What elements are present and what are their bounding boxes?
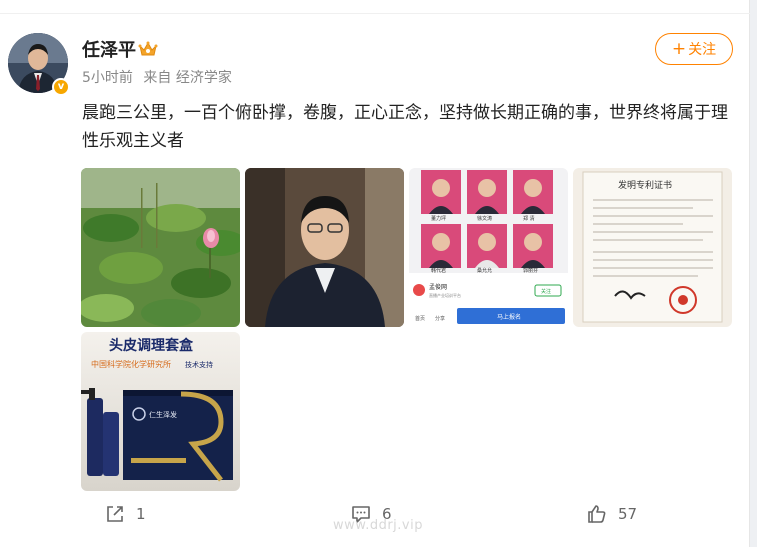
share-icon [107,506,123,522]
follow-button[interactable]: + 关注 [655,33,733,65]
post-image-certificate[interactable]: 发明专利证书 [573,168,732,327]
share-count: 1 [136,505,146,523]
lecturer-name-6: 郭丽芬 [523,267,538,274]
product-subline-tail: 技术支持 [185,360,213,369]
product-subline: 中国科学院化学研究所 [91,359,171,369]
follow-label: 关注 [688,42,717,58]
crown-icon[interactable] [138,40,158,58]
product-brand: 仁生泽发 [149,410,177,419]
plus-icon: + [671,39,687,59]
post-text: 晨跑三公里，一百个俯卧撑，卷腹，正心正念，坚持做长期正确的事，世界终将属于理性乐… [82,103,728,151]
certificate-title: 发明专利证书 [618,179,672,191]
site-watermark: www.ddrj.vip [333,518,423,533]
app-subtitle: 直播产业培训平台 [429,292,461,298]
like-count: 57 [618,505,638,523]
post-image-speaker[interactable] [245,168,404,327]
app-follow: 关注 [541,288,551,295]
previous-post-edge [0,0,750,14]
post-image-product[interactable]: 头皮调理套盒 中国科学院化学研究所 技术支持 仁生泽发 [81,332,240,491]
verified-badge-icon: v [52,78,70,96]
author-name[interactable]: 任泽平 [82,36,136,62]
app-nav-home: 首页 [415,315,425,322]
post-source: 来自 经济学家 [143,70,232,86]
share-button[interactable]: 1 [104,503,146,525]
product-headline: 头皮调理套盒 [109,337,194,354]
thumbs-up-icon [588,505,606,523]
app-enroll: 马上报名 [497,313,521,321]
lecturer-name-5: 桑允允 [477,267,492,274]
post-meta: 5小时前 来自 经济学家 [82,67,238,87]
lecturer-name-4: 韩代君 [431,267,446,274]
lecturer-name-1: 董力坪 [431,215,446,222]
post-time[interactable]: 5小时前 [82,70,133,86]
post-image-lecturers[interactable]: 董力坪 徐文涛 郑 清 韩代君 桑允允 郭丽芬 孟俊网 直播产业培训平台 关注 … [409,168,568,327]
like-button[interactable]: 57 [586,503,637,525]
weibo-post-card: v 任泽平 5小时前 来自 经济学家 + 关注 晨跑三公里，一百个俯卧撑，卷腹，… [0,0,750,547]
post-image-lotus[interactable] [81,168,240,327]
app-name: 孟俊网 [429,283,447,291]
app-nav-share: 分享 [435,315,445,322]
lecturer-name-3: 郑 清 [523,215,535,222]
lecturer-name-2: 徐文涛 [477,215,492,222]
